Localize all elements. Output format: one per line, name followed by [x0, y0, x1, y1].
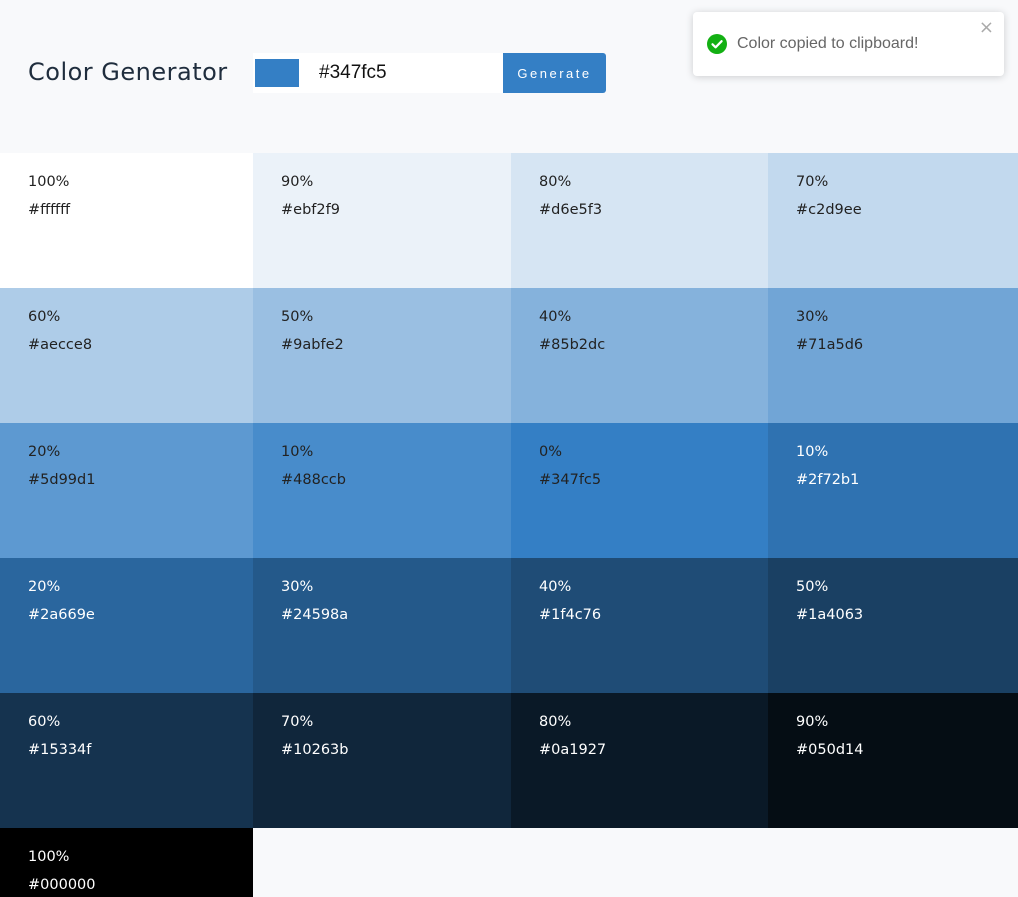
shade-percent: 60%: [28, 714, 61, 730]
shade-tile[interactable]: 30% #71a5d6: [768, 288, 1018, 423]
shade-hex: #000000: [28, 877, 96, 893]
shade-tile[interactable]: 60% #15334f: [0, 693, 253, 828]
shade-hex: #71a5d6: [796, 337, 864, 353]
shade-hex: #1f4c76: [539, 607, 602, 623]
shade-hex: #85b2dc: [539, 337, 606, 353]
shade-percent: 0%: [539, 444, 563, 460]
toast-notification: Color copied to clipboard! ×: [693, 12, 1004, 76]
shade-percent: 90%: [281, 174, 314, 190]
shade-percent: 40%: [539, 579, 572, 595]
shade-percent: 100%: [28, 849, 70, 865]
color-input-group: [253, 53, 503, 93]
shade-tile[interactable]: 60% #aecce8: [0, 288, 253, 423]
shade-percent: 10%: [281, 444, 314, 460]
shade-percent: 50%: [796, 579, 829, 595]
shade-tile[interactable]: 20% #2a669e: [0, 558, 253, 693]
shade-percent: 40%: [539, 309, 572, 325]
shade-tile[interactable]: 100% #000000: [0, 828, 253, 897]
shade-tile[interactable]: 50% #1a4063: [768, 558, 1018, 693]
shade-tile[interactable]: 90% #ebf2f9: [253, 153, 511, 288]
page-title: Color Generator: [28, 58, 228, 86]
shade-tile[interactable]: 50% #9abfe2: [253, 288, 511, 423]
shade-hex: #ffffff: [28, 202, 71, 218]
shade-tile[interactable]: 40% #85b2dc: [511, 288, 768, 423]
shade-tile[interactable]: 70% #c2d9ee: [768, 153, 1018, 288]
shade-hex: #2f72b1: [796, 472, 860, 488]
shade-tile[interactable]: 10% #2f72b1: [768, 423, 1018, 558]
hex-color-input[interactable]: [319, 53, 499, 93]
shade-percent: 50%: [281, 309, 314, 325]
shade-hex: #488ccb: [281, 472, 346, 488]
shade-percent: 10%: [796, 444, 829, 460]
shade-tile[interactable]: 30% #24598a: [253, 558, 511, 693]
shade-hex: #15334f: [28, 742, 92, 758]
shade-tile[interactable]: 10% #488ccb: [253, 423, 511, 558]
shade-tile[interactable]: 90% #050d14: [768, 693, 1018, 828]
shade-tile[interactable]: 80% #0a1927: [511, 693, 768, 828]
shade-percent: 60%: [28, 309, 61, 325]
shade-hex: #1a4063: [796, 607, 864, 623]
shade-tile[interactable]: 100% #ffffff: [0, 153, 253, 288]
shade-hex: #24598a: [281, 607, 349, 623]
shade-tile[interactable]: 70% #10263b: [253, 693, 511, 828]
close-icon[interactable]: ×: [979, 18, 994, 38]
shade-hex: #050d14: [796, 742, 864, 758]
toast-message: Color copied to clipboard!: [737, 35, 919, 52]
shade-tile[interactable]: 20% #5d99d1: [0, 423, 253, 558]
shade-percent: 20%: [28, 444, 61, 460]
shade-hex: #d6e5f3: [539, 202, 603, 218]
shade-percent: 100%: [28, 174, 70, 190]
shade-percent: 90%: [796, 714, 829, 730]
shade-percent: 80%: [539, 174, 572, 190]
shade-percent: 30%: [796, 309, 829, 325]
shade-percent: 30%: [281, 579, 314, 595]
shade-tile[interactable]: 80% #d6e5f3: [511, 153, 768, 288]
shade-hex: #aecce8: [28, 337, 93, 353]
shade-tile[interactable]: 40% #1f4c76: [511, 558, 768, 693]
generate-button[interactable]: Generate: [503, 53, 606, 93]
shade-tile[interactable]: 0% #347fc5: [511, 423, 768, 558]
shade-hex: #c2d9ee: [796, 202, 862, 218]
shade-percent: 70%: [796, 174, 829, 190]
shade-hex: #5d99d1: [28, 472, 96, 488]
shade-hex: #ebf2f9: [281, 202, 340, 218]
shade-percent: 70%: [281, 714, 314, 730]
shade-hex: #347fc5: [539, 472, 602, 488]
shade-hex: #0a1927: [539, 742, 607, 758]
check-circle-icon: [707, 34, 727, 54]
color-picker-swatch[interactable]: [255, 59, 299, 87]
shade-percent: 80%: [539, 714, 572, 730]
shade-hex: #9abfe2: [281, 337, 344, 353]
color-form: Generate: [253, 53, 606, 93]
shade-percent: 20%: [28, 579, 61, 595]
shade-hex: #2a669e: [28, 607, 95, 623]
shade-hex: #10263b: [281, 742, 349, 758]
